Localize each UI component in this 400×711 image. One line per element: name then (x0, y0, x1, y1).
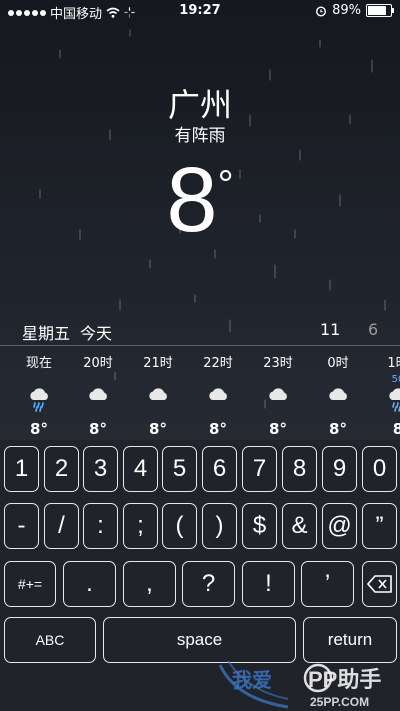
key-symbol[interactable]: ! (242, 561, 295, 607)
key-symbol[interactable]: ” (362, 503, 397, 549)
current-temperature: 8° (0, 150, 400, 250)
key-symbol[interactable]: @ (322, 503, 357, 549)
high-temperature: 11 (320, 320, 341, 339)
hourly-item: 21时 8° (133, 352, 183, 438)
hour-temperature: 8° (30, 420, 48, 438)
delete-icon (366, 575, 392, 593)
key-symbol[interactable]: ’ (301, 561, 354, 607)
key-digit[interactable]: 1 (4, 446, 39, 492)
weekday-label: 星期五 (22, 324, 71, 343)
key-symbol[interactable]: $ (242, 503, 277, 549)
key-digit[interactable]: 0 (362, 446, 397, 492)
hour-label: 0时 (327, 356, 349, 371)
space-key[interactable]: space (103, 617, 296, 663)
key-digit[interactable]: 4 (123, 446, 158, 492)
return-key[interactable]: return (303, 617, 397, 663)
hour-label: 23时 (263, 356, 293, 371)
day-summary-row: 星期五 今天 11 6 (0, 320, 400, 343)
hourly-item: 1时 50 8 (373, 352, 400, 438)
hour-temperature: 8° (329, 420, 347, 438)
hourly-item: 现在 8° (14, 352, 64, 438)
hour-label: 1时 (387, 356, 400, 371)
hourly-item: 20时 8° (73, 352, 123, 438)
key-digit[interactable]: 3 (83, 446, 118, 492)
hour-temperature: 8° (89, 420, 107, 438)
key-digit[interactable]: 8 (282, 446, 317, 492)
battery-icon (366, 4, 394, 17)
hour-temperature: 8° (269, 420, 287, 438)
cloud-rain-icon (373, 386, 400, 412)
hourly-item: 23时 8° (253, 352, 303, 438)
hour-temperature: 8 (392, 420, 400, 438)
key-symbol[interactable]: & (282, 503, 317, 549)
battery-percent: 89% (332, 3, 361, 18)
key-digit[interactable]: 5 (162, 446, 197, 492)
key-digit[interactable]: 9 (322, 446, 357, 492)
today-label: 今天 (80, 324, 113, 343)
key-digit[interactable]: 6 (202, 446, 237, 492)
hourly-item: 0时 8° (313, 352, 363, 438)
key-symbol[interactable]: / (44, 503, 79, 549)
cloud-icon (193, 386, 243, 412)
hour-temperature: 8° (149, 420, 167, 438)
hour-label: 22时 (203, 356, 233, 371)
divider (0, 345, 400, 346)
cloud-icon (313, 386, 363, 412)
key-symbol[interactable]: - (4, 503, 39, 549)
hourly-item: 22时 8° (193, 352, 243, 438)
status-bar: 中国移动 19:27 89% (0, 0, 400, 22)
low-temperature: 6 (368, 320, 379, 339)
hour-label: 现在 (25, 356, 52, 371)
watermark-url: 25PP.COM (310, 695, 369, 709)
temperature-value: 8 (166, 149, 218, 251)
cloud-icon (253, 386, 303, 412)
key-symbol[interactable]: : (83, 503, 118, 549)
weather-condition: 有阵雨 (174, 126, 226, 146)
alarm-icon (316, 5, 327, 17)
cloud-rain-icon (14, 386, 64, 412)
key-symbol[interactable]: ? (182, 561, 235, 607)
key-symbol[interactable]: . (63, 561, 116, 607)
key-symbol[interactable]: ) (202, 503, 237, 549)
key-digit[interactable]: 2 (44, 446, 79, 492)
hour-temperature: 8° (209, 420, 227, 438)
precipitation-chance: 50 (391, 374, 400, 385)
key-symbol[interactable]: ; (123, 503, 158, 549)
watermark-brand: PP助手 (308, 667, 381, 692)
key-symbol[interactable]: ( (162, 503, 197, 549)
cloud-icon (73, 386, 123, 412)
city-name: 广州 (167, 86, 232, 124)
key-symbol[interactable]: , (123, 561, 176, 607)
cloud-icon (133, 386, 183, 412)
abc-key[interactable]: ABC (4, 617, 96, 663)
watermark-text: 我爱 (232, 668, 272, 692)
delete-key[interactable] (362, 561, 397, 607)
pp-watermark: 我爱 PP助手 25PP.COM (218, 660, 381, 709)
hour-label: 21时 (143, 356, 173, 371)
key-digit[interactable]: 7 (242, 446, 277, 492)
hour-label: 20时 (83, 356, 113, 371)
more-symbols-key[interactable]: #+= (4, 561, 56, 607)
degree-symbol: ° (217, 163, 234, 207)
